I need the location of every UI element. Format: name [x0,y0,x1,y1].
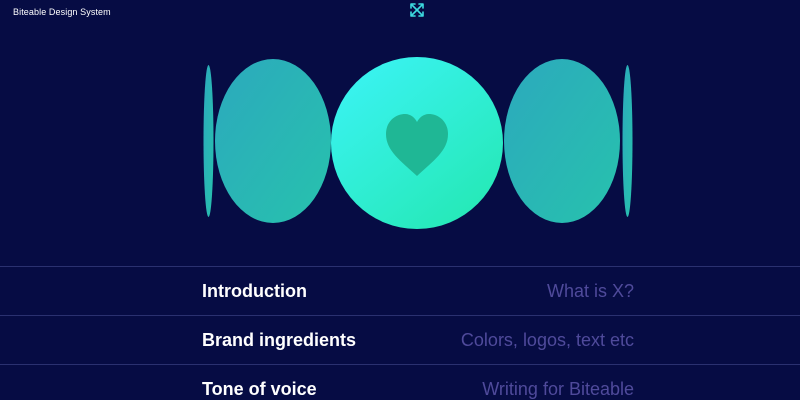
nav-item-tone-of-voice[interactable]: Tone of voice Writing for Biteable [0,364,800,400]
nav-item-description: Colors, logos, text etc [460,330,634,350]
nav-item-introduction[interactable]: Introduction What is X? [0,266,800,315]
page: Biteable Design System Introduction What… [0,0,800,400]
nav-item-title: Introduction [202,281,307,301]
side-disc-right-edge [622,65,633,217]
nav-item-description: What is X? [546,281,634,301]
nav-item-title: Tone of voice [202,379,317,399]
hero-illustration [203,57,633,229]
nav-item-title: Brand ingredients [202,330,357,350]
side-disc-left-edge [203,65,214,217]
side-disc-left [215,59,331,223]
nav-item-description: Writing for Biteable [482,379,634,399]
section-nav: Introduction What is X? Brand ingredient… [0,266,800,400]
nav-item-brand-ingredients[interactable]: Brand ingredients Colors, logos, text et… [0,315,800,364]
side-disc-right [504,59,620,223]
